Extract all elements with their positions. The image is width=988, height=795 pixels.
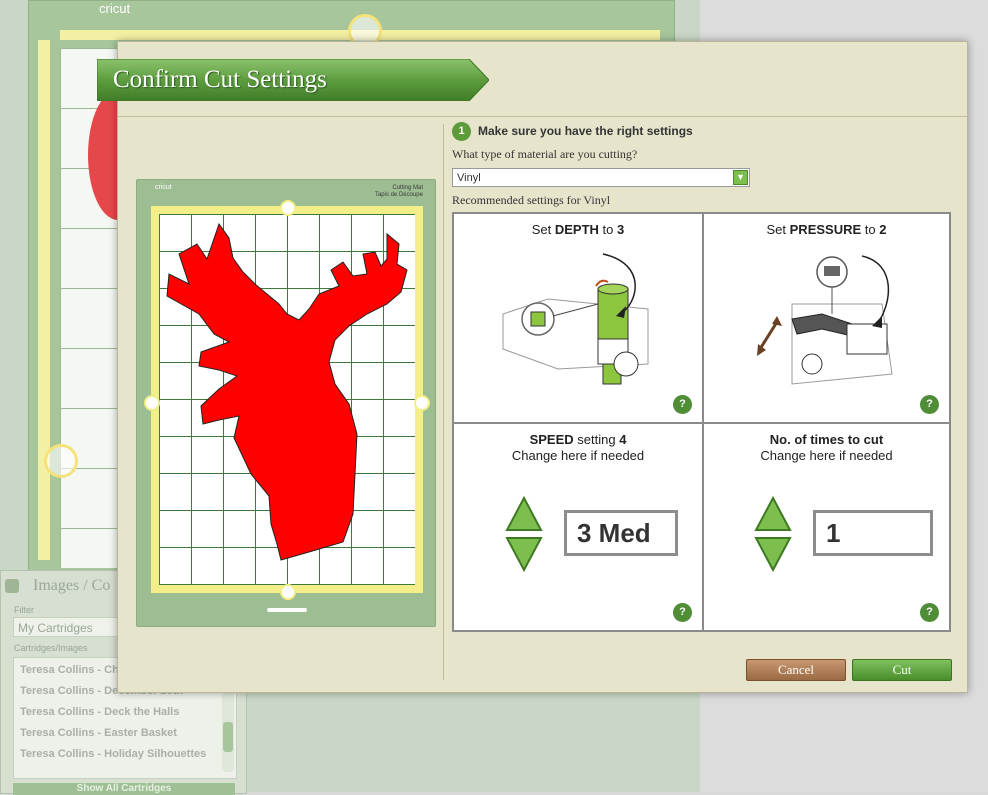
filter-label: Filter	[14, 605, 34, 615]
times-up-arrow-icon[interactable]	[754, 496, 792, 532]
pressure-label: PRESSURE	[789, 222, 862, 237]
mat-title: Cutting Mat Tapis de Découpe	[375, 185, 423, 199]
depth-setting: Set DEPTH to 3 ?	[454, 214, 704, 424]
speed-mid: setting	[573, 432, 620, 447]
panel-icon	[5, 579, 19, 593]
times-setting: No. of times to cut Change here if neede…	[704, 424, 949, 630]
speed-up-arrow-icon[interactable]	[505, 496, 543, 532]
speed-subtext: Change here if needed	[511, 448, 645, 463]
times-help-icon[interactable]: ?	[920, 603, 939, 622]
mat-handle-icon[interactable]	[414, 395, 430, 411]
panel-title: Images / Co	[33, 577, 111, 594]
speed-value-box[interactable]: 3 Med	[564, 510, 678, 556]
pressure-setting: Set PRESSURE to 2 ?	[704, 214, 949, 424]
dialog-title: Confirm Cut Settings	[113, 66, 327, 93]
depth-heading: Set DEPTH to 3	[454, 222, 702, 237]
speed-down-arrow-icon[interactable]	[505, 536, 543, 572]
list-item[interactable]: Teresa Collins - Easter Basket	[20, 727, 177, 739]
material-question: What type of material are you cutting?	[452, 147, 638, 161]
mat-title-line1: Cutting Mat	[392, 185, 423, 191]
resize-handle-icon[interactable]	[44, 444, 78, 478]
material-select-value: Vinyl	[457, 172, 481, 184]
pressure-prefix: Set	[766, 222, 790, 237]
mat-logo: cricut	[155, 184, 172, 191]
scrollbar-thumb[interactable]	[223, 722, 233, 752]
background-ruler-vertical	[38, 40, 50, 560]
depth-dial-illustration	[502, 253, 649, 385]
speed-value: 4	[619, 432, 627, 447]
depth-mid: to	[598, 222, 618, 237]
step-number-badge: 1	[452, 122, 471, 141]
cancel-button[interactable]: Cancel	[746, 659, 846, 681]
cartridges-label: Cartridges/Images	[14, 643, 88, 653]
times-value-box[interactable]: 1	[813, 510, 933, 556]
background-mat-logo: cricut	[99, 1, 131, 16]
mat-foot	[267, 608, 307, 612]
depth-prefix: Set	[531, 222, 555, 237]
header-divider	[118, 116, 967, 117]
settings-grid: Set DEPTH to 3 ? Set PRESSURE to 2 ? SPE…	[452, 212, 951, 632]
list-item[interactable]: Teresa Collins - Ch	[20, 664, 119, 676]
cut-button[interactable]: Cut	[852, 659, 952, 681]
pressure-lever-illustration	[757, 255, 893, 385]
mat-handle-icon[interactable]	[280, 584, 296, 600]
pressure-value: 2	[879, 222, 887, 237]
times-heading: No. of times to cut	[704, 432, 949, 447]
step-instruction: Make sure you have the right settings	[478, 124, 693, 138]
times-down-arrow-icon[interactable]	[754, 536, 792, 572]
times-subtext: Change here if needed	[760, 448, 893, 463]
deer-head-image[interactable]	[159, 214, 415, 585]
speed-label: SPEED	[529, 432, 574, 447]
speed-help-icon[interactable]: ?	[673, 603, 692, 622]
pressure-heading: Set PRESSURE to 2	[704, 222, 949, 237]
depth-label: DEPTH	[554, 222, 599, 237]
mat-preview: cricut Cutting Mat Tapis de Découpe	[136, 179, 436, 627]
depth-help-icon[interactable]: ?	[673, 395, 692, 414]
speed-setting: SPEED setting 4 Change here if needed 3 …	[454, 424, 704, 630]
recommended-settings-label: Recommended settings for Vinyl	[452, 193, 611, 207]
pressure-mid: to	[861, 222, 880, 237]
list-item[interactable]: Teresa Collins - Deck the Halls	[20, 706, 179, 718]
pressure-help-icon[interactable]: ?	[920, 395, 939, 414]
speed-heading: SPEED setting 4	[454, 432, 702, 447]
chevron-down-icon[interactable]: ▼	[733, 170, 748, 185]
list-item[interactable]: Teresa Collins - Holiday Silhouettes	[20, 748, 206, 760]
mat-title-line2: Tapis de Découpe	[374, 192, 423, 198]
mat-handle-icon[interactable]	[280, 200, 296, 216]
show-all-button[interactable]: Show All Cartridges	[13, 783, 235, 795]
column-divider	[443, 124, 444, 680]
mat-handle-icon[interactable]	[144, 395, 160, 411]
depth-value: 3	[617, 222, 625, 237]
material-select[interactable]: Vinyl ▼	[452, 168, 750, 187]
confirm-cut-dialog: Confirm Cut Settings cricut Cutting Mat …	[97, 41, 968, 693]
times-label: No. of times to cut	[769, 432, 884, 447]
